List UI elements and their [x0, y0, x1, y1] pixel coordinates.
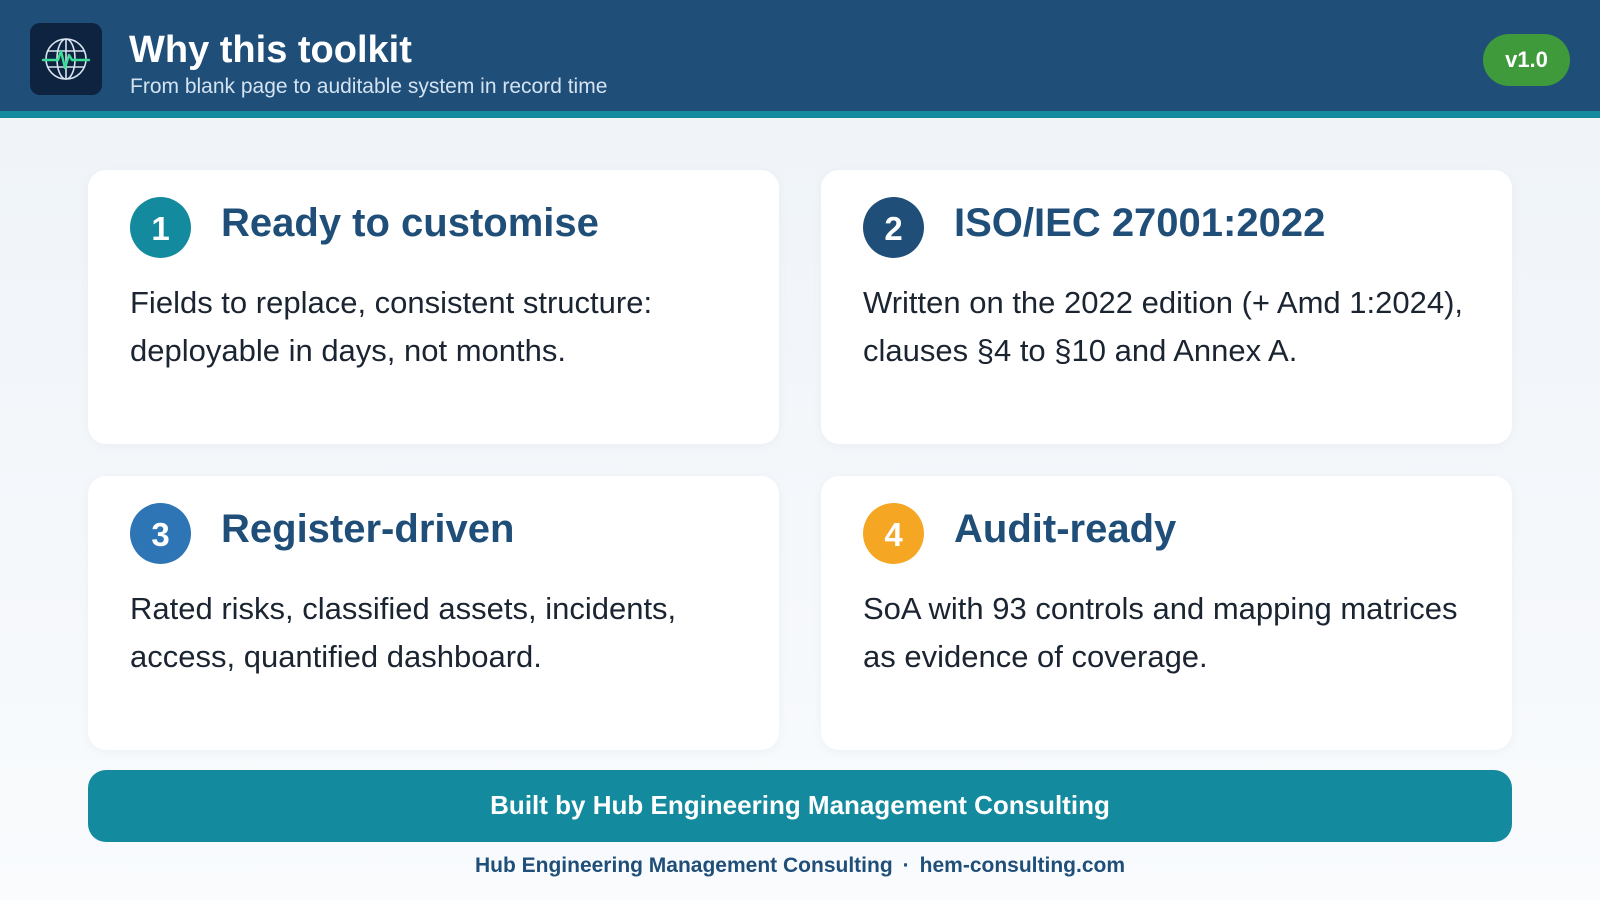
card-number-badge: 4 [863, 503, 924, 564]
card-number-badge: 3 [130, 503, 191, 564]
built-by-banner: Built by Hub Engineering Management Cons… [88, 770, 1512, 842]
card-title: ISO/IEC 27001:2022 [954, 201, 1326, 245]
card-number-badge: 2 [863, 197, 924, 258]
footer-separator: · [902, 854, 910, 877]
card-text: Written on the 2022 edition (+ Amd 1:202… [863, 285, 1464, 368]
card-title: Audit-ready [954, 507, 1177, 551]
logo [30, 23, 102, 95]
card-title: Ready to customise [221, 201, 599, 245]
footer-website-link[interactable]: hem-consulting.com [920, 854, 1125, 877]
card-number-badge: 1 [130, 197, 191, 258]
page-subtitle: From blank page to auditable system in r… [130, 75, 608, 98]
card-text: Fields to replace, consistent structure:… [130, 285, 653, 368]
card-text: Rated risks, classified assets, incident… [130, 591, 677, 674]
feature-card-iso-27001: 2 ISO/IEC 27001:2022 Written on the 2022… [821, 170, 1512, 444]
card-text: SoA with 93 controls and mapping matrice… [863, 591, 1458, 674]
footer: Hub Engineering Management Consulting · he… [0, 853, 1600, 879]
footer-company: Hub Engineering Management Consulting [474, 854, 893, 877]
page-title: Why this toolkit [129, 29, 412, 71]
version-badge: v1.0 [1483, 34, 1570, 86]
feature-card-register-driven: 3 Register-driven Rated risks, classifie… [88, 476, 779, 750]
feature-card-ready-to-customise: 1 Ready to customise Fields to replace, … [88, 170, 779, 444]
globe-pulse-icon [41, 38, 91, 80]
feature-card-audit-ready: 4 Audit-ready SoA with 93 controls and m… [821, 476, 1512, 750]
header-bar: Why this toolkit From blank page to audi… [0, 0, 1600, 118]
card-title: Register-driven [221, 507, 515, 551]
